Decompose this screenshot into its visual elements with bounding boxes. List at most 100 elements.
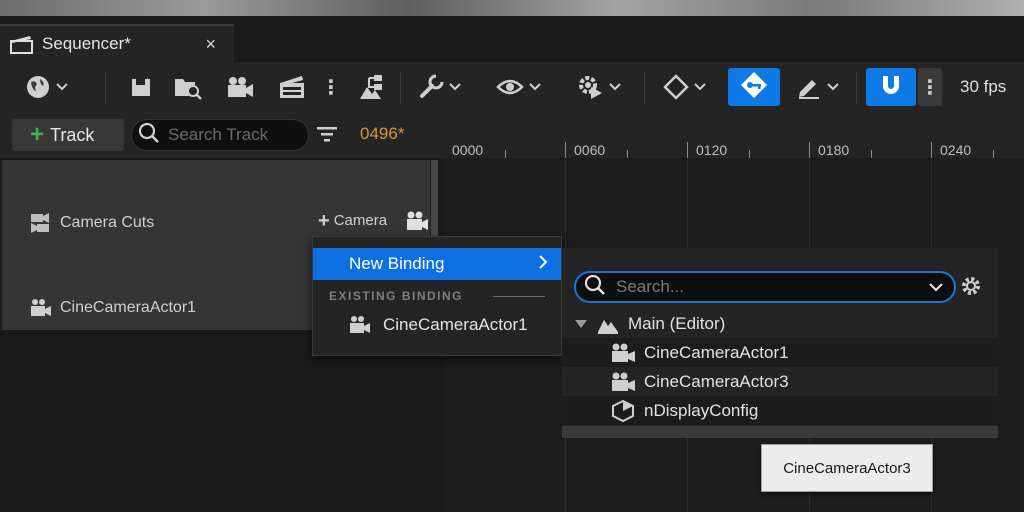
separator (644, 72, 645, 104)
camera-button[interactable] (222, 62, 258, 112)
ruler-tick (565, 142, 566, 158)
actor-search-field[interactable] (574, 271, 956, 303)
actor-picker-submenu: Main (Editor) CineCameraActor1 CineCamer… (562, 248, 998, 438)
browse-asset-icon (173, 74, 203, 100)
actor-search-input[interactable] (616, 277, 916, 297)
track-label: Camera Cuts (60, 214, 155, 231)
ruler-tick (931, 142, 932, 158)
auto-key-button[interactable] (728, 68, 780, 106)
track-cinecameraactor1[interactable]: CineCameraActor1 (30, 298, 196, 318)
tick-label: 0060 (574, 142, 606, 158)
clapperboard-icon (10, 34, 34, 54)
render-movie-button[interactable] (274, 62, 310, 112)
world-icon (25, 74, 51, 100)
tick-label: 0240 (940, 142, 972, 158)
level-icon (596, 314, 620, 334)
key-diamond-icon (663, 74, 689, 100)
tab-sequencer[interactable]: Sequencer* × (0, 24, 234, 62)
add-camera-button[interactable]: + Camera (318, 209, 388, 232)
camera-actor-icon (30, 298, 52, 318)
wrench-icon (418, 74, 444, 100)
tree-item-label: CineCameraActor1 (644, 342, 789, 362)
snap-button[interactable] (866, 68, 916, 106)
edit-mode-button[interactable] (790, 62, 846, 112)
add-track-button[interactable]: + Track (12, 119, 124, 151)
ruler-tick (871, 150, 872, 158)
viewport-background (0, 0, 1024, 16)
ruler-tick (627, 150, 628, 158)
menu-section-heading: EXISTING BINDING (329, 289, 464, 303)
ruler-tick (505, 150, 506, 158)
tab-bar: Sequencer* × (0, 16, 1024, 62)
playback-options-button[interactable] (570, 62, 628, 112)
tree-item-actor[interactable]: nDisplayConfig (562, 396, 998, 425)
menu-item-label: CineCameraActor1 (383, 315, 528, 334)
auto-key-icon (739, 70, 769, 105)
tick-label: 0120 (696, 142, 728, 158)
tick-label: 0180 (818, 142, 850, 158)
filter-icon[interactable] (316, 124, 338, 149)
playback-gear-icon (576, 73, 604, 101)
save-icon: * (130, 76, 152, 98)
tick-label: 0000 (452, 142, 484, 158)
chevron-down-icon (693, 82, 707, 92)
eye-icon (496, 77, 524, 97)
camera-cuts-icon (30, 212, 52, 234)
menu-item-label: New Binding (349, 254, 445, 273)
gear-icon[interactable] (960, 275, 982, 302)
separator (105, 72, 106, 104)
ruler-tick (809, 142, 810, 158)
ruler-tick (993, 150, 994, 158)
chevron-down-icon[interactable] (928, 279, 944, 300)
key-options-button[interactable] (656, 62, 714, 112)
caret-down-icon (574, 319, 588, 329)
tree-item-actor[interactable]: CineCameraActor1 (562, 338, 998, 367)
toolbar: * ⋮ ⋮ (0, 62, 1024, 112)
tree-item-label: CineCameraActor3 (644, 371, 789, 391)
kebab-icon: ⋮ (321, 76, 341, 99)
tree-item-actor[interactable]: CineCameraActor3 (562, 367, 998, 396)
current-frame[interactable]: 0496* (360, 124, 404, 144)
camera-icon[interactable] (405, 210, 429, 237)
tree-item-main-editor[interactable]: Main (Editor) (562, 309, 998, 338)
framerate-label[interactable]: 30 fps (960, 62, 1006, 112)
add-camera-label: Camera (333, 212, 388, 229)
magnet-snap-icon (878, 72, 904, 103)
plus-icon: + (318, 209, 330, 232)
more-options-button[interactable]: ⋮ (321, 62, 341, 112)
chevron-down-icon (528, 82, 542, 92)
camera-actor-icon (349, 315, 371, 335)
snap-options-button[interactable]: ⋮ (918, 68, 942, 106)
separator (856, 72, 857, 104)
track-bar: + Track 0496* (0, 112, 444, 158)
chevron-right-icon (537, 254, 549, 275)
pencil-icon (796, 74, 822, 100)
camera-actor-icon (610, 342, 636, 364)
timeline-header (444, 112, 1024, 158)
chevron-down-icon (608, 82, 622, 92)
camera-actor-icon (610, 371, 636, 393)
world-button[interactable] (18, 62, 76, 112)
search-track-input[interactable] (168, 125, 303, 145)
menu-item-new-binding[interactable]: New Binding (313, 248, 561, 280)
add-camera-menu: New Binding EXISTING BINDING CineCameraA… (312, 236, 562, 356)
divider (493, 296, 545, 297)
plus-icon: + (30, 121, 45, 148)
view-options-button[interactable] (490, 62, 548, 112)
hierarchy-button[interactable] (352, 62, 392, 112)
close-icon[interactable]: × (205, 34, 216, 55)
tree-item-label: Main (Editor) (628, 313, 726, 333)
search-icon (138, 122, 160, 149)
ruler-tick (687, 142, 688, 158)
track-label: CineCameraActor1 (60, 299, 197, 316)
track-camera-cuts[interactable]: Camera Cuts (30, 212, 154, 234)
menu-item-existing-binding[interactable]: CineCameraActor1 (349, 315, 528, 335)
chevron-down-icon (55, 82, 69, 92)
tools-button[interactable] (412, 62, 468, 112)
browse-button[interactable] (170, 62, 206, 112)
search-track-field[interactable] (131, 119, 309, 151)
submenu-footer (562, 426, 998, 438)
hierarchy-icon (357, 73, 387, 101)
save-button[interactable]: * (126, 62, 156, 112)
camera-icon (225, 75, 255, 99)
